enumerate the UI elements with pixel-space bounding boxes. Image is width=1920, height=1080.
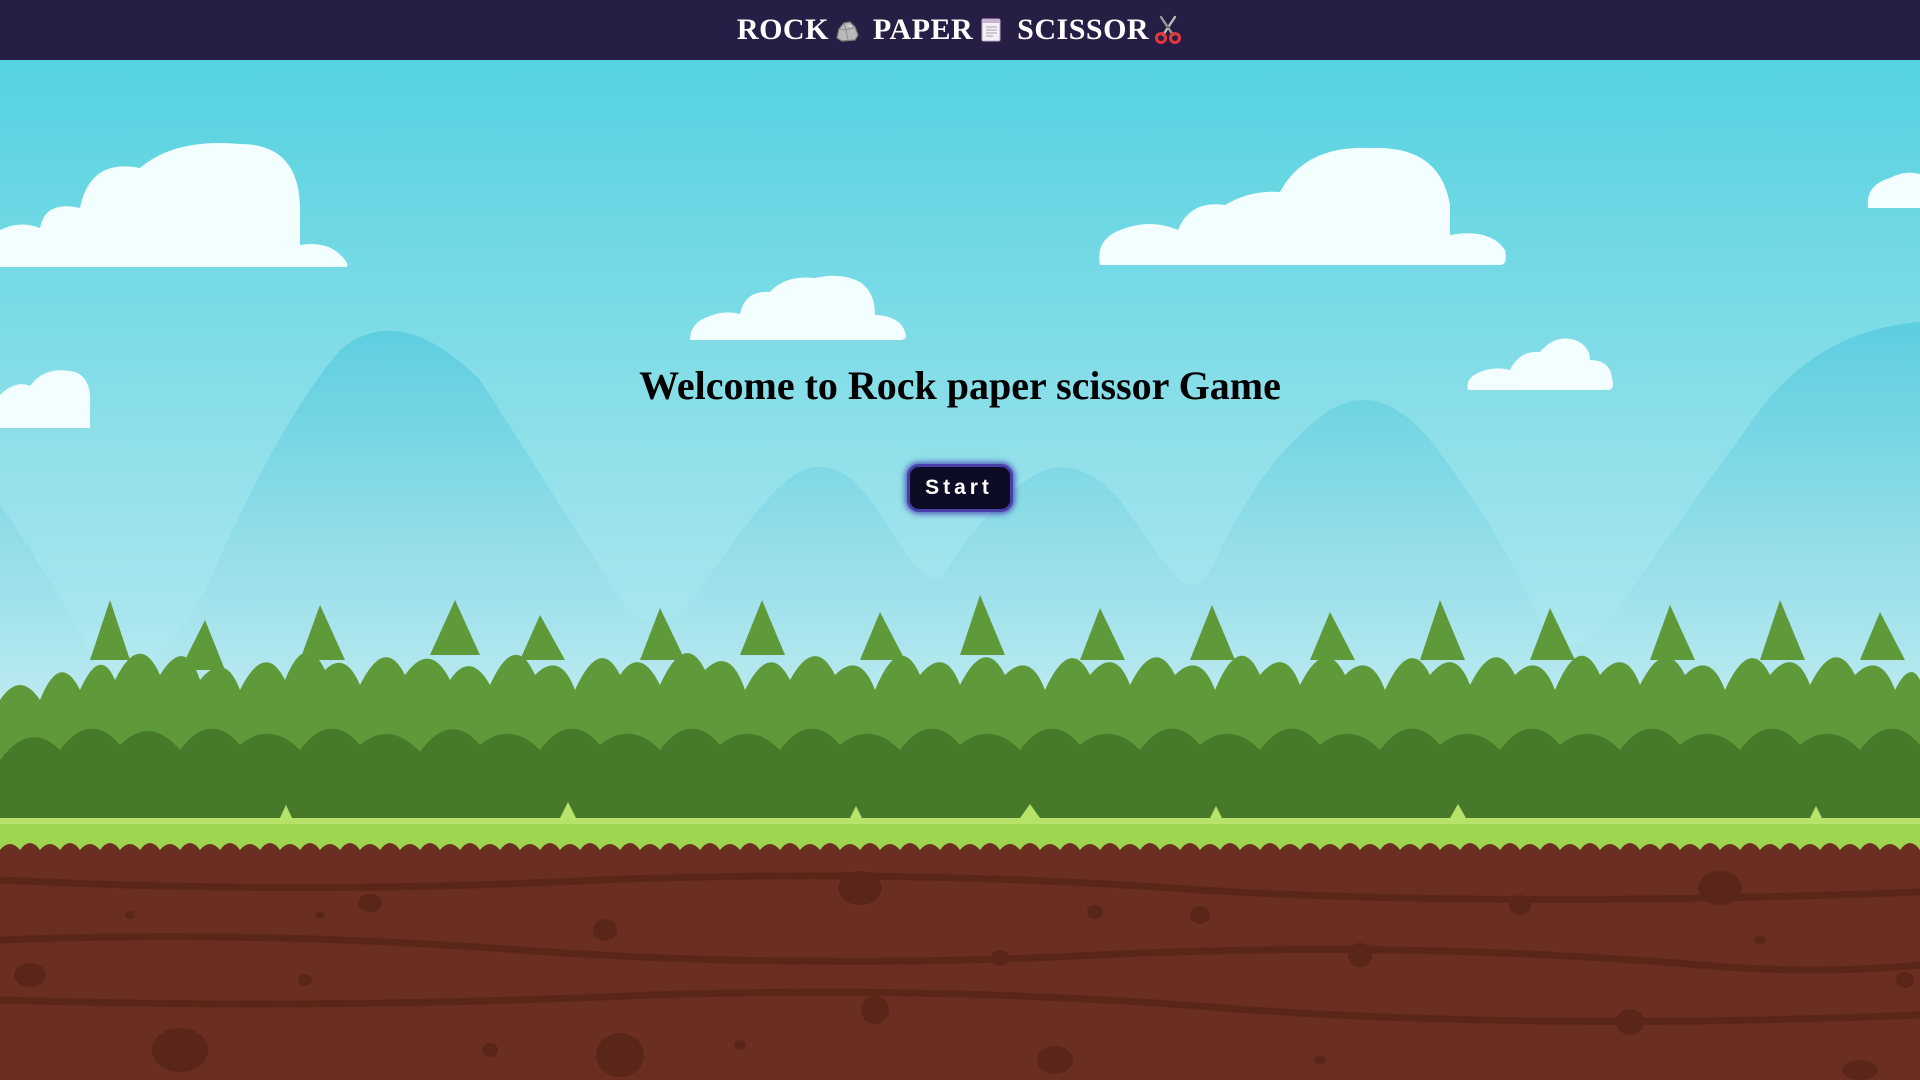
title-paper-label: PAPER: [872, 13, 974, 46]
welcome-heading: Welcome to Rock paper scissor Game: [639, 363, 1281, 408]
top-bar: ROCK PAPER SCISSOR: [0, 0, 1920, 60]
title-rock-label: ROCK: [736, 13, 829, 46]
landscape-illustration: [0, 60, 1920, 1080]
scissors-icon: [1153, 15, 1183, 45]
title-rock: ROCK: [737, 13, 861, 47]
title-scissor-label: SCISSOR: [1017, 13, 1150, 46]
rock-icon: [833, 16, 861, 44]
title-paper: PAPER: [873, 13, 1005, 47]
title-scissor: SCISSOR: [1017, 13, 1183, 47]
paper-icon: [977, 16, 1005, 44]
game-title: ROCK PAPER SCISSOR: [737, 13, 1183, 47]
game-background: Welcome to Rock paper scissor Game Start: [0, 60, 1920, 1080]
start-button[interactable]: Start: [907, 464, 1013, 512]
